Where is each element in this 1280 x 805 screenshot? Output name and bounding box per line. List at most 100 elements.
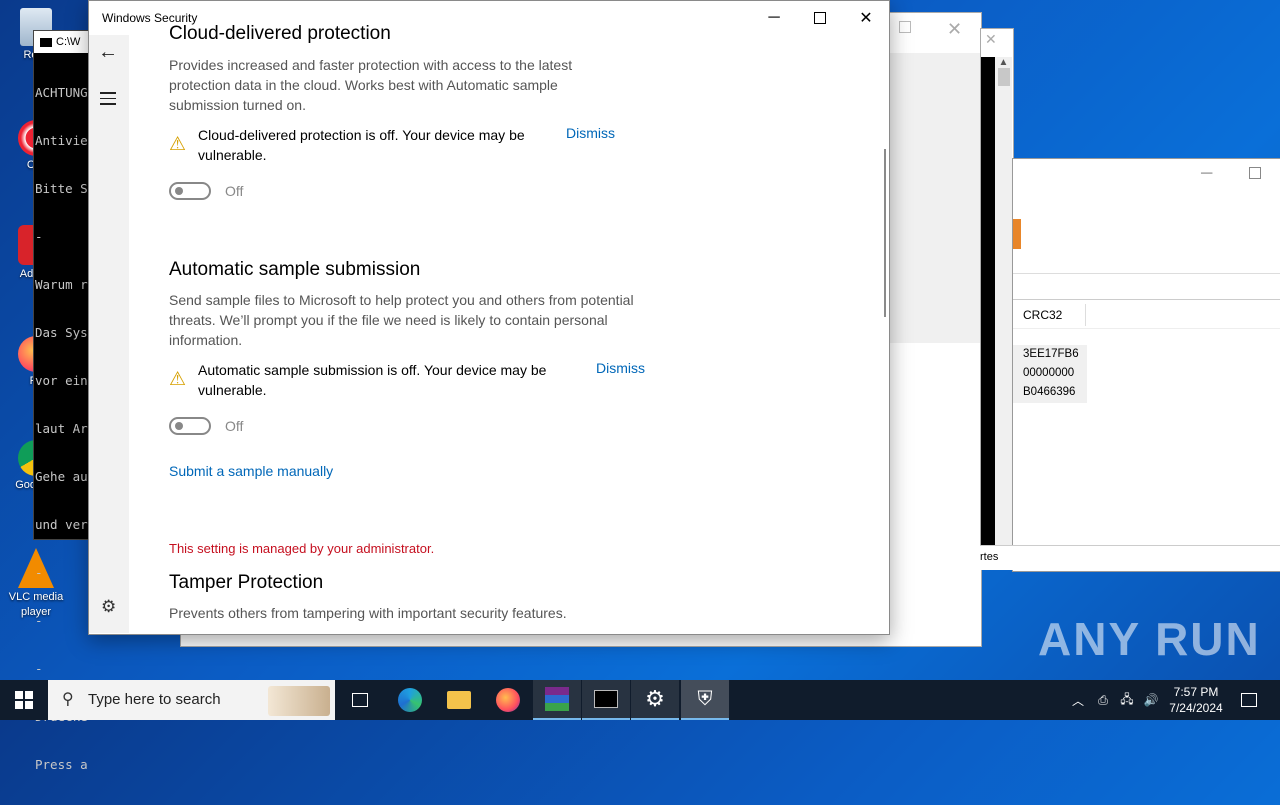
status-text: rtes — [980, 551, 999, 563]
notification-center-button[interactable] — [1234, 680, 1264, 720]
crc-column: 3EE17FB6 00000000 B0466396 — [1013, 345, 1087, 403]
dismiss-link[interactable]: Dismiss — [596, 360, 645, 376]
console-line: Das Sys — [35, 325, 88, 340]
console-line: Bitte S — [35, 181, 88, 196]
console-line: Warum r — [35, 277, 88, 292]
usb-device-icon: ⎙ — [1098, 692, 1108, 707]
edge-icon — [398, 688, 422, 712]
bg-close-button[interactable]: ✕ — [947, 19, 962, 40]
close-button[interactable]: ✕ — [843, 1, 889, 35]
start-button[interactable] — [0, 680, 48, 720]
minimize-icon: ─ — [768, 9, 780, 26]
command-prompt-icon — [594, 690, 618, 708]
speaker-icon: 🔊 — [1143, 693, 1159, 707]
content-scrollbar[interactable] — [884, 149, 886, 317]
minimize-button[interactable]: ─ — [751, 1, 797, 35]
taskbar-windows-security[interactable]: ⛨ — [681, 680, 729, 720]
hash-minimize-button[interactable]: ─ — [1201, 165, 1212, 183]
hamburger-icon — [100, 92, 116, 105]
section-heading: Cloud-delivered protection — [169, 23, 391, 44]
dark-panel — [981, 57, 995, 567]
maximize-button[interactable] — [797, 1, 843, 35]
console-window[interactable]: C:\W ACHTUNG Antivie Bitte S - Warum r D… — [33, 30, 95, 772]
scroll-thumb[interactable] — [997, 68, 1010, 86]
navigation-rail: ← ⚙ — [89, 35, 129, 633]
console-line: vor ein — [35, 373, 88, 388]
clock-time: 7:57 PM — [1173, 685, 1219, 699]
tray-device-icon[interactable]: ⎙ — [1092, 680, 1114, 720]
submit-sample-link[interactable]: Submit a sample manually — [169, 463, 333, 479]
close-icon: ✕ — [859, 10, 873, 27]
hash-maximize-button[interactable] — [1249, 167, 1261, 179]
maximize-icon — [814, 12, 826, 24]
scrollbar[interactable]: ▲ ▼ — [995, 57, 1012, 567]
console-line: und ver — [35, 517, 88, 532]
toggle-switch[interactable] — [169, 182, 211, 200]
bg-maximize-button[interactable] — [899, 21, 913, 35]
gear-icon: ⚙ — [101, 597, 117, 616]
clock-date: 7/24/2024 — [1169, 701, 1223, 715]
hash-tool-window[interactable]: ─ CRC32 3EE17FB6 00000000 B0466396 rtes — [980, 158, 1280, 572]
admin-notice: This setting is managed by your administ… — [169, 541, 435, 556]
section-description: Provides increased and faster protection… — [169, 57, 573, 113]
table-header: CRC32 — [1013, 299, 1280, 329]
toggle-state-label: Off — [225, 418, 244, 434]
tray-volume-icon[interactable]: 🔊 — [1140, 680, 1162, 720]
tray-network-icon[interactable]: 🖧 — [1116, 680, 1138, 720]
tamper-description: Prevents others from tampering with impo… — [169, 605, 567, 621]
dismiss-link[interactable]: Dismiss — [566, 125, 615, 141]
windows-security-window[interactable]: Windows Security ─ ✕ ← ⚙ Cloud-delivered… — [88, 0, 890, 635]
task-view-icon — [352, 693, 368, 707]
console-title: C:\W — [56, 36, 81, 48]
clock[interactable]: 7:57 PM 7/24/2024 — [1164, 680, 1228, 720]
taskbar-settings[interactable]: ⚙ — [631, 680, 679, 720]
firefox-icon — [496, 688, 520, 712]
folder-icon — [447, 691, 471, 709]
status-bar: rtes — [980, 545, 1280, 570]
cloud-protection-toggle[interactable]: Off — [169, 182, 243, 200]
table-cell[interactable]: 00000000 — [1023, 364, 1087, 383]
sample-submission-toggle[interactable]: Off — [169, 417, 243, 435]
console-line: - — [35, 613, 43, 628]
search-highlight-image — [268, 686, 330, 716]
show-hidden-icons-button[interactable]: ︿ — [1068, 680, 1088, 720]
console-line: ACHTUNG — [35, 85, 88, 100]
table-cell[interactable]: B0466396 — [1023, 383, 1087, 402]
search-icon: ⚲ — [62, 691, 74, 708]
bg-strip-close-icon: ✕ — [985, 31, 997, 47]
warning-text: Automatic sample submission is off. Your… — [198, 362, 547, 398]
taskbar-winrar[interactable] — [533, 680, 581, 720]
task-view-button[interactable] — [336, 680, 384, 720]
taskbar-firefox[interactable] — [484, 680, 532, 720]
menu-button[interactable] — [100, 92, 116, 105]
toggle-switch[interactable] — [169, 417, 211, 435]
table-cell[interactable]: 3EE17FB6 — [1023, 345, 1087, 364]
bg-gray-panel — [889, 53, 981, 343]
search-placeholder: Type here to search — [88, 691, 221, 708]
taskbar: ⚲ Type here to search ⚙ ⛨ ︿ ⎙ 🖧 🔊 7:57 P… — [0, 680, 1280, 720]
scroll-up-icon[interactable]: ▲ — [995, 57, 1012, 68]
warning-message: ⚠ Automatic sample submission is off. Yo… — [169, 360, 659, 400]
console-line: laut Ar — [35, 421, 88, 436]
background-window-strip[interactable]: ✕ ▲ ▼ — [980, 28, 1014, 570]
toolbar-icon[interactable] — [1013, 219, 1021, 249]
taskbar-edge[interactable] — [386, 680, 434, 720]
taskbar-file-explorer[interactable] — [435, 680, 483, 720]
warning-icon: ⚠ — [169, 134, 187, 155]
warning-message: ⚠ Cloud-delivered protection is off. You… — [169, 125, 619, 165]
console-title-bar: C:\W — [34, 31, 94, 53]
console-line: Antivie — [35, 133, 88, 148]
section-description: Send sample files to Microsoft to help p… — [169, 292, 634, 348]
back-button[interactable]: ← — [98, 41, 118, 64]
console-icon — [40, 37, 52, 47]
warning-icon: ⚠ — [169, 369, 187, 390]
taskbar-search-box[interactable]: ⚲ Type here to search — [48, 680, 335, 720]
settings-button[interactable]: ⚙ — [101, 597, 116, 617]
gear-icon: ⚙ — [645, 686, 665, 711]
taskbar-command-prompt[interactable] — [582, 680, 630, 720]
column-header-crc32[interactable]: CRC32 — [1023, 308, 1062, 322]
notification-icon — [1241, 693, 1257, 707]
console-line: - — [35, 229, 43, 244]
back-arrow-icon: ← — [98, 41, 118, 63]
network-icon: 🖧 — [1120, 691, 1134, 706]
